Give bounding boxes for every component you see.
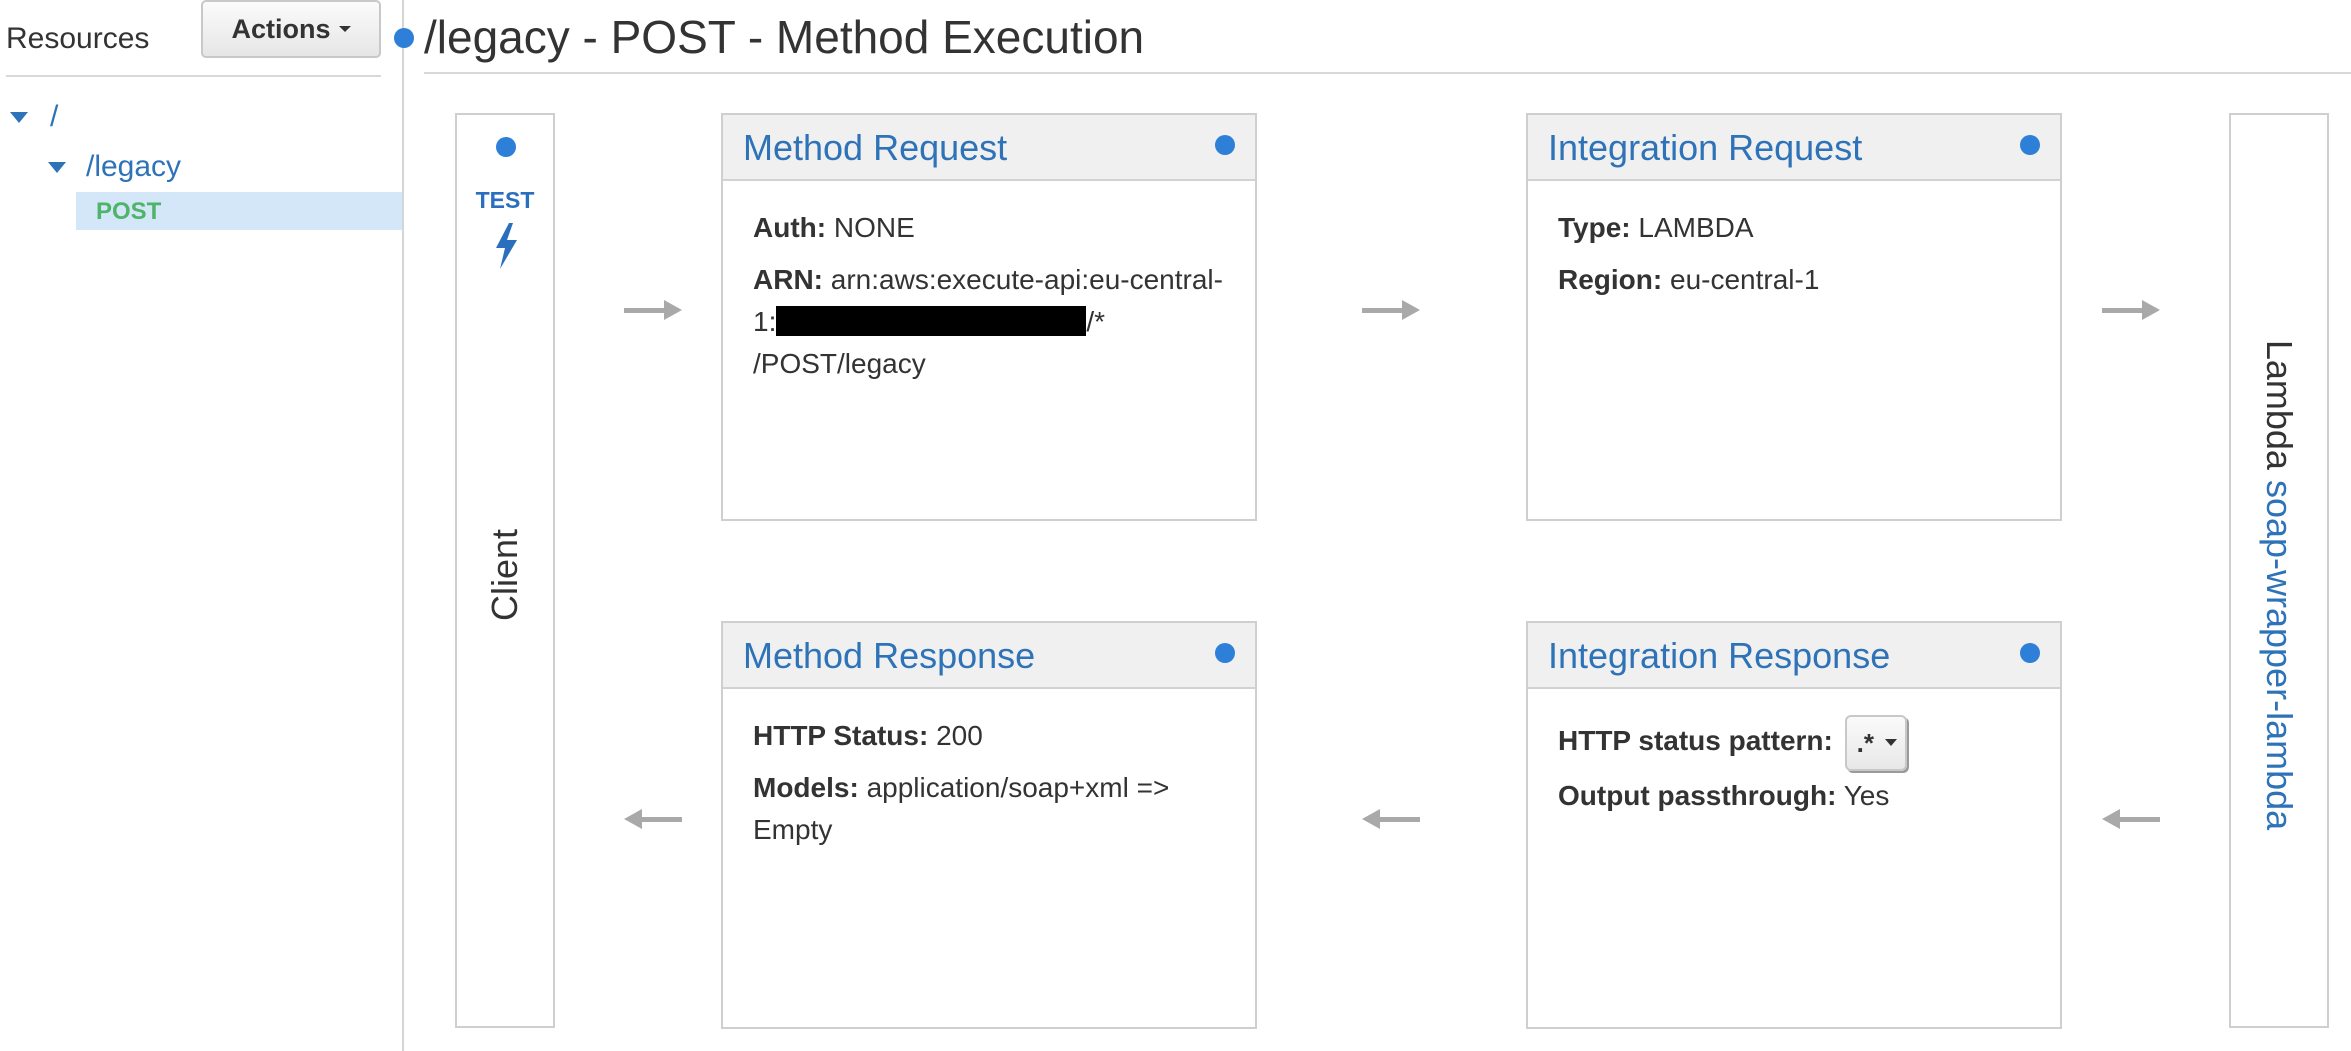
integration-request-header[interactable]: Integration Request xyxy=(1528,115,2060,181)
client-label: Client xyxy=(484,528,525,622)
lightning-bolt-icon[interactable] xyxy=(493,223,519,269)
status-pattern-select[interactable]: .* xyxy=(1844,714,1907,771)
caret-down-icon xyxy=(338,26,351,32)
arrow-right-icon xyxy=(2102,300,2160,320)
actions-dropdown-button[interactable]: Actions xyxy=(201,0,381,58)
resources-sidebar: Resources Actions / /legacy POST xyxy=(0,0,404,1051)
arn-row: ARN: arn:aws:execute-api:eu-central- 1: /… xyxy=(753,259,1225,385)
title-divider xyxy=(424,72,2351,74)
integration-response-body: HTTP status pattern: .* Output passthrou… xyxy=(1528,689,2060,817)
arn-value-line3: /POST/legacy xyxy=(753,348,926,379)
arrow-right-icon xyxy=(624,300,682,320)
auth-value: NONE xyxy=(833,212,915,243)
http-status-label: HTTP Status: xyxy=(753,720,929,751)
tree-item-root-label: / xyxy=(50,100,59,133)
integration-response-status-dot-icon xyxy=(2020,643,2040,663)
actions-label: Actions xyxy=(231,13,331,44)
arrow-left-icon xyxy=(624,809,682,829)
tree-item-post-label[interactable]: POST xyxy=(96,198,161,226)
type-value: LAMBDA xyxy=(1638,212,1754,243)
arrow-left-icon xyxy=(2102,809,2160,829)
expand-triangle-icon[interactable] xyxy=(10,111,28,123)
arn-label: ARN: xyxy=(753,264,823,295)
auth-row: Auth: NONE xyxy=(753,207,1225,249)
status-dot-icon xyxy=(394,28,414,48)
passthrough-label: Output passthrough: xyxy=(1558,780,1837,811)
resources-label: Resources xyxy=(6,22,150,55)
client-panel: TEST Client xyxy=(455,113,555,1028)
lambda-panel: Lambda soap-wrapper-lambda xyxy=(2229,113,2329,1028)
auth-label: Auth: xyxy=(753,212,827,243)
integration-response-card[interactable]: Integration Response HTTP status pattern… xyxy=(1526,621,2062,1029)
lambda-prefix: Lambda xyxy=(2259,339,2300,470)
status-pattern-value: .* xyxy=(1856,727,1874,758)
type-label: Type: xyxy=(1558,212,1631,243)
method-request-header[interactable]: Method Request xyxy=(723,115,1255,181)
region-row: Region: eu-central-1 xyxy=(1558,259,2030,301)
method-request-status-dot-icon xyxy=(1215,135,1235,155)
http-status-value: 200 xyxy=(936,720,983,751)
http-status-row: HTTP Status: 200 xyxy=(753,715,1225,757)
arn-value-line2-prefix: 1: xyxy=(753,306,777,337)
arn-value-line2-suffix: /* xyxy=(1086,306,1106,337)
arrow-left-icon xyxy=(1362,809,1420,829)
status-pattern-label: HTTP status pattern: xyxy=(1558,725,1833,756)
integration-request-body: Type: LAMBDA Region: eu-central-1 xyxy=(1528,181,2060,301)
integration-request-card[interactable]: Integration Request Type: LAMBDA Region:… xyxy=(1526,113,2062,521)
method-response-card[interactable]: Method Response HTTP Status: 200 Models:… xyxy=(721,621,1257,1029)
passthrough-value: Yes xyxy=(1843,780,1890,811)
expand-triangle-icon[interactable] xyxy=(48,161,66,173)
method-response-title[interactable]: Method Response xyxy=(743,635,1035,677)
method-request-title[interactable]: Method Request xyxy=(743,127,1007,169)
tree-item-legacy[interactable]: /legacy xyxy=(48,150,181,184)
integration-response-header[interactable]: Integration Response xyxy=(1528,623,2060,689)
lambda-label: Lambda soap-wrapper-lambda xyxy=(2258,340,2300,830)
lambda-function-link[interactable]: soap-wrapper-lambda xyxy=(2259,480,2300,830)
integration-response-title[interactable]: Integration Response xyxy=(1548,635,1890,677)
method-response-header[interactable]: Method Response xyxy=(723,623,1255,689)
sidebar-divider xyxy=(6,75,381,77)
integration-request-status-dot-icon xyxy=(2020,135,2040,155)
client-status-dot-icon xyxy=(496,137,516,157)
tree-item-root[interactable]: / xyxy=(10,100,58,134)
models-value-line2: Empty xyxy=(753,814,833,845)
method-request-card[interactable]: Method Request Auth: NONE ARN: arn:aws:e… xyxy=(721,113,1257,521)
redaction-block xyxy=(776,306,1087,336)
models-label: Models: xyxy=(753,772,859,803)
passthrough-row: Output passthrough: Yes xyxy=(1558,775,2030,817)
arrow-right-icon xyxy=(1362,300,1420,320)
status-pattern-row: HTTP status pattern: .* xyxy=(1558,711,2030,771)
select-caret-icon xyxy=(1884,739,1897,747)
test-link[interactable]: TEST xyxy=(457,187,553,214)
tree-item-legacy-label: /legacy xyxy=(86,150,182,183)
region-value: eu-central-1 xyxy=(1670,264,1820,295)
region-label: Region: xyxy=(1558,264,1663,295)
arn-value-line1: arn:aws:execute-api:eu-central- xyxy=(830,264,1223,295)
method-response-body: HTTP Status: 200 Models: application/soa… xyxy=(723,689,1255,851)
type-row: Type: LAMBDA xyxy=(1558,207,2030,249)
integration-request-title[interactable]: Integration Request xyxy=(1548,127,1862,169)
method-response-status-dot-icon xyxy=(1215,643,1235,663)
models-row: Models: application/soap+xml => Empty xyxy=(753,767,1225,851)
models-value-line1: application/soap+xml => xyxy=(866,772,1170,803)
method-request-body: Auth: NONE ARN: arn:aws:execute-api:eu-c… xyxy=(723,181,1255,385)
page-title: /legacy - POST - Method Execution xyxy=(424,11,1145,63)
